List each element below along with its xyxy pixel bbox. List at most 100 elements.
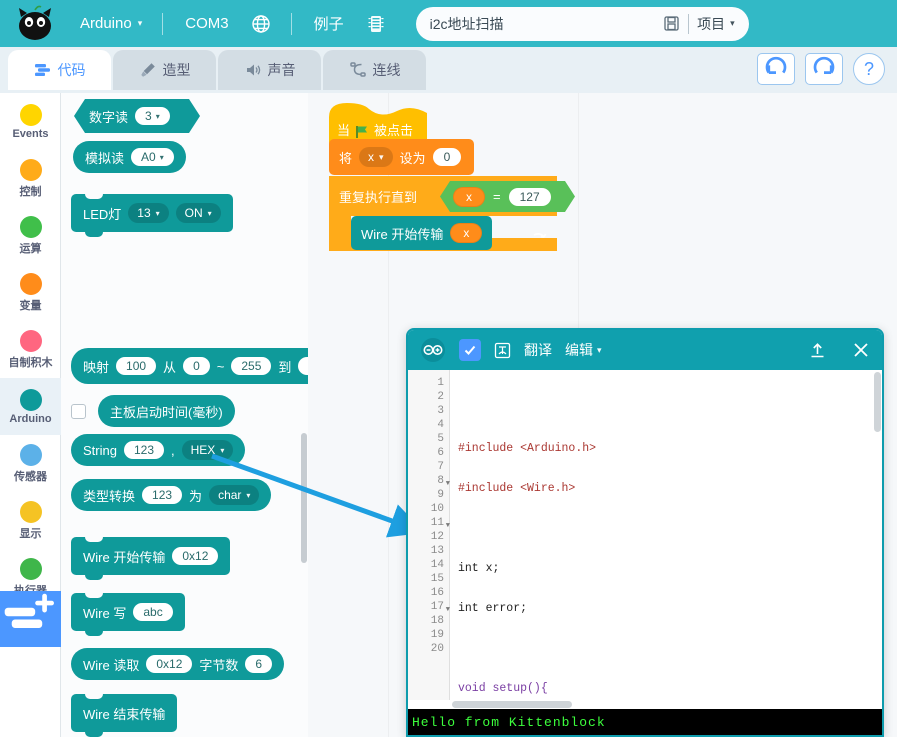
wire-begin-value[interactable]: 0x12 (172, 547, 219, 565)
project-name-field[interactable]: i2c地址扫描 项目 ▾ (415, 6, 749, 41)
category-dot (19, 158, 42, 181)
string-value[interactable]: 123 (123, 441, 164, 459)
cast-value[interactable]: 123 (142, 486, 183, 504)
code-text-area[interactable]: #include <Arduino.h> #include <Wire.h> i… (450, 370, 882, 735)
variable-dropdown[interactable]: x ▾ (359, 147, 393, 167)
arduino-logo-icon[interactable] (420, 337, 446, 363)
tab-sound-label: 声音 (267, 62, 296, 78)
close-icon[interactable] (852, 341, 870, 359)
project-menu-label: 项目 (697, 15, 726, 32)
language-globe-button[interactable] (251, 14, 271, 34)
condition-left-operand[interactable]: x (453, 186, 485, 207)
tab-sound[interactable]: 声音 (218, 50, 321, 90)
tab-code[interactable]: 代码 (8, 50, 111, 90)
block-dropdown[interactable]: A0 ▾ (131, 148, 174, 166)
map-value-1[interactable]: 100 (116, 357, 157, 375)
palette-block-wire-begin[interactable]: Wire 开始传输 0x12 (71, 537, 231, 580)
map-value-3[interactable]: 255 (231, 357, 272, 375)
category-control[interactable]: 控制 (0, 150, 61, 207)
chevron-down-icon: ▾ (155, 111, 160, 121)
arduino-code-panel[interactable]: 翻译 编辑 ▾ 1 2 3 4 5 6 7 8 ▼ 9 10 11 ▼ 12 1… (406, 328, 884, 737)
category-my-blocks[interactable]: 自制积木 (0, 321, 61, 378)
cat-logo-icon[interactable] (12, 4, 58, 44)
palette-scrollbar[interactable] (301, 433, 307, 563)
line-number: 2 (437, 391, 444, 403)
translate-icon[interactable] (494, 342, 511, 359)
palette-block-wire-read[interactable]: Wire 读取 0x12 字节数 6 (71, 648, 285, 680)
board-chip-button[interactable] (366, 14, 386, 34)
script-condition-equals[interactable]: x = 127 (439, 180, 575, 213)
block-dropdown-pin[interactable]: 13 ▾ (128, 203, 169, 223)
script-block-set-variable[interactable]: 将 x ▾ 设为 0 (329, 139, 474, 175)
category-dot (19, 388, 42, 411)
cast-type-dropdown[interactable]: char ▾ (209, 485, 260, 505)
block-dropdown-state[interactable]: ON ▾ (175, 203, 221, 223)
undo-icon (765, 56, 787, 74)
tab-costume[interactable]: 造型 (113, 50, 216, 90)
monitor-checkbox[interactable] (71, 403, 86, 419)
category-sensors[interactable]: 传感器 (0, 435, 61, 492)
add-extension-button[interactable] (0, 591, 61, 647)
category-arduino[interactable]: Arduino (0, 378, 61, 435)
wire-read-addr[interactable]: 0x12 (146, 655, 193, 673)
category-operators[interactable]: 运算 (0, 207, 61, 264)
board-selector[interactable]: Arduino ▾ (80, 15, 142, 32)
category-variables[interactable]: 变量 (0, 264, 61, 321)
chevron-down-icon: ▾ (137, 18, 143, 28)
translate-label[interactable]: 翻译 (524, 340, 552, 360)
upload-icon[interactable] (808, 341, 827, 360)
wire-write-value[interactable]: abc (133, 603, 173, 621)
condition-right-operand[interactable]: 127 (508, 187, 551, 206)
code-vertical-scrollbar[interactable] (874, 372, 881, 432)
palette-block-millis[interactable]: 主板启动时间(毫秒) (98, 395, 235, 427)
block-dropdown[interactable]: 3 ▾ (135, 107, 170, 125)
code-editor-body[interactable]: 1 2 3 4 5 6 7 8 ▼ 9 10 11 ▼ 12 13 14 15 16… (408, 370, 882, 735)
examples-menu[interactable]: 例子 (314, 13, 344, 34)
palette-block-cast[interactable]: 类型转换 123 为 char ▾ (71, 479, 272, 511)
map-value-2[interactable]: 0 (183, 357, 210, 375)
category-display[interactable]: 显示 (0, 492, 61, 549)
serial-port-label[interactable]: COM3 (185, 15, 228, 32)
line-number: 20 (430, 643, 444, 655)
palette-block-digital-read[interactable]: 数字读 3 ▾ (73, 98, 200, 134)
palette-block-led[interactable]: LED灯 13 ▾ ON ▾ (71, 194, 233, 237)
palette-block-string[interactable]: String 123 , HEX ▾ (71, 434, 246, 466)
line-number: 7 (437, 461, 444, 473)
globe-icon (251, 14, 270, 33)
map-value-4[interactable]: 0 (298, 357, 308, 375)
block-label: LED灯 (83, 206, 122, 222)
code-horizontal-scrollbar[interactable] (452, 701, 572, 708)
save-icon[interactable] (663, 15, 680, 32)
map-tilde-1: ~ (216, 358, 225, 374)
block-label: 主板启动时间(毫秒) (110, 404, 223, 420)
block-palette[interactable]: 数字读 3 ▾ 模拟读 A0 ▾ LED灯 13 ▾ ON ▾ 映射 100 从… (61, 93, 308, 737)
examples-label: 例子 (313, 16, 344, 33)
edit-menu[interactable]: 编辑 ▾ (565, 340, 602, 360)
palette-block-wire-write[interactable]: Wire 写 abc (71, 593, 185, 636)
block-label: 数字读 (89, 109, 129, 125)
verify-button[interactable] (459, 339, 481, 361)
palette-block-analog-read[interactable]: 模拟读 A0 ▾ (73, 141, 186, 173)
condition-operator: = (493, 189, 501, 204)
wire-read-word: 字节数 (199, 657, 239, 673)
redo-button[interactable] (805, 53, 843, 85)
wire-begin-arg[interactable]: x (450, 223, 483, 243)
category-label: 控制 (19, 185, 42, 198)
string-format-dropdown[interactable]: HEX ▾ (181, 440, 234, 460)
set-value-input[interactable]: 0 (432, 148, 462, 166)
project-menu[interactable]: 项目 ▾ (697, 14, 735, 34)
dropdown-value: A0 (141, 150, 156, 164)
category-dot (19, 500, 42, 523)
palette-block-wire-end[interactable]: Wire 结束传输 (71, 694, 178, 737)
script-block-wire-begin-transmission[interactable]: Wire 开始传输 x (351, 216, 493, 250)
serial-terminal[interactable]: Hello from Kittenblock (408, 709, 882, 735)
category-events[interactable]: Events (0, 93, 61, 150)
wire-read-bytes[interactable]: 6 (245, 655, 273, 673)
undo-button[interactable] (757, 53, 795, 85)
tab-wiring[interactable]: 连线 (323, 50, 426, 90)
palette-block-map[interactable]: 映射 100 从 0 ~ 255 到 0 ~ 1024 (71, 348, 308, 384)
help-button[interactable]: ? (853, 53, 885, 85)
line-number: 13 (430, 545, 444, 557)
